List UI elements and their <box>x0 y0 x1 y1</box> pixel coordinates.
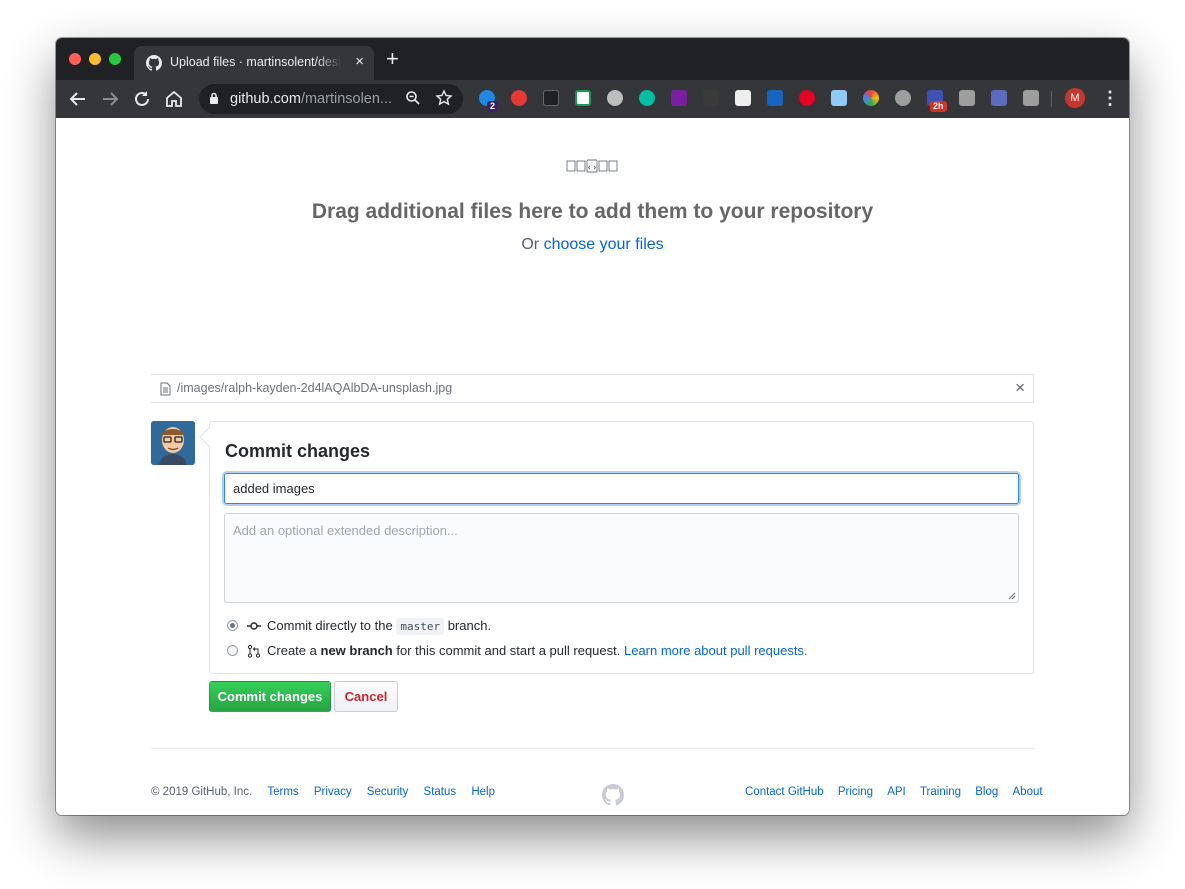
browser-window: Upload files · martinsolent/design × + g… <box>56 38 1129 815</box>
new-branch-label: Create a new branch for this commit and … <box>267 643 808 658</box>
commit-summary-input[interactable]: added images <box>224 473 1019 504</box>
sheets-extension-icon[interactable] <box>575 90 591 106</box>
or-text: Or <box>521 236 540 253</box>
new-branch-bold: new branch <box>320 643 393 658</box>
forward-icon[interactable] <box>99 88 121 110</box>
notes-extension-icon[interactable] <box>991 90 1007 106</box>
tab-strip: Upload files · martinsolent/design × + <box>56 38 1129 80</box>
footer-link-status[interactable]: Status <box>424 786 457 798</box>
footer-link-contact[interactable]: Contact GitHub <box>745 786 824 798</box>
file-path: /images/ralph-kayden-2d4lAQAlbDA-unsplas… <box>177 381 453 395</box>
footer-link-api[interactable]: API <box>887 786 906 798</box>
m-extension-icon[interactable] <box>639 90 655 106</box>
browser-toolbar: github.com/martinsolen... 2 2h M ⋮ <box>56 80 1129 118</box>
back-icon[interactable] <box>67 88 89 110</box>
choose-files-link[interactable]: choose your files <box>544 236 664 253</box>
footer-link-about[interactable]: About <box>1013 786 1043 798</box>
footer-link-terms[interactable]: Terms <box>267 786 298 798</box>
tab-close-icon[interactable]: × <box>355 53 364 70</box>
profile-avatar[interactable]: M <box>1065 88 1085 108</box>
footer-right: Contact GitHub Pricing API Training Blog… <box>745 786 1043 798</box>
toolbar-separator <box>1051 91 1052 107</box>
new-text-pre: Create a <box>267 643 317 658</box>
stripes-extension-icon[interactable] <box>735 90 751 106</box>
commit-description-textarea[interactable]: Add an optional extended description... <box>224 513 1019 603</box>
page-content: Drag additional files here to add them t… <box>56 118 1129 815</box>
hand-extension-icon[interactable] <box>511 90 527 106</box>
podcast-extension-icon[interactable] <box>607 90 623 106</box>
cancel-button[interactable]: Cancel <box>334 681 398 712</box>
file-types-icon <box>566 159 618 173</box>
camera-extension-icon[interactable] <box>1023 90 1039 106</box>
extension-time-badge: 2h <box>930 101 947 112</box>
bulb-extension-icon[interactable] <box>959 90 975 106</box>
onenote-extension-icon[interactable] <box>671 90 687 106</box>
browser-menu-icon[interactable]: ⋮ <box>1101 89 1119 107</box>
learn-more-pr-link[interactable]: Learn more about pull requests. <box>624 643 808 658</box>
description-placeholder: Add an optional extended description... <box>233 523 458 538</box>
file-icon <box>160 382 171 396</box>
user-avatar <box>151 421 195 465</box>
pull-request-icon <box>247 644 261 658</box>
new-branch-radio[interactable] <box>227 645 238 656</box>
remove-file-icon[interactable]: × <box>1015 378 1025 398</box>
branch-name: master <box>396 618 445 635</box>
accessibility-extension-icon[interactable] <box>767 90 783 106</box>
m-grey-extension-icon[interactable] <box>703 90 719 106</box>
url-path: /martinsolen... <box>300 91 393 107</box>
browser-tab[interactable]: Upload files · martinsolent/design × <box>134 46 374 80</box>
footer-link-blog[interactable]: Blog <box>975 786 998 798</box>
direct-text-pre: Commit directly to the <box>267 618 393 633</box>
docs-extension-icon[interactable] <box>831 90 847 106</box>
direct-text-post: branch. <box>447 618 492 633</box>
footer-link-training[interactable]: Training <box>920 786 961 798</box>
commit-direct-radio[interactable] <box>227 620 238 631</box>
commit-direct-label: Commit directly to the master branch. <box>267 618 492 635</box>
tab-title: Upload files · martinsolent/design <box>170 55 342 69</box>
url-host: github.com <box>230 91 301 107</box>
home-icon[interactable] <box>163 88 185 110</box>
zoom-icon[interactable] <box>405 90 421 106</box>
github-favicon-icon <box>146 55 162 71</box>
form-pointer <box>199 427 219 447</box>
color-ring-extension-icon[interactable] <box>863 90 879 106</box>
pinterest-extension-icon[interactable] <box>799 90 815 106</box>
imdb-extension-icon[interactable] <box>543 90 559 106</box>
footer-link-help[interactable]: Help <box>471 786 495 798</box>
footer-left: © 2019 GitHub, Inc. Terms Privacy Securi… <box>151 786 495 798</box>
github-logo-icon[interactable] <box>602 784 624 806</box>
commit-form: Commit changes added images Add an optio… <box>199 421 1034 674</box>
footer-link-privacy[interactable]: Privacy <box>314 786 352 798</box>
lock-icon <box>210 92 218 104</box>
new-text-post: for this commit and start a pull request… <box>396 643 621 658</box>
extension-badge: 2 <box>487 101 499 112</box>
close-window-button[interactable] <box>69 53 81 65</box>
footer-divider <box>151 748 1034 749</box>
new-tab-button[interactable]: + <box>386 48 399 70</box>
drag-files-heading: Drag additional files here to add them t… <box>311 200 874 223</box>
address-bar[interactable]: github.com/martinsolen... <box>199 84 463 114</box>
commit-heading: Commit changes <box>225 441 371 461</box>
footer-link-pricing[interactable]: Pricing <box>838 786 873 798</box>
maximize-window-button[interactable] <box>109 53 121 65</box>
skype-extension-icon[interactable] <box>895 90 911 106</box>
copyright: © 2019 GitHub, Inc. <box>151 786 253 798</box>
bookmark-star-icon[interactable] <box>435 89 453 107</box>
url-text[interactable]: github.com/martinsolen... <box>230 91 395 107</box>
minimize-window-button[interactable] <box>89 53 101 65</box>
resize-grip-icon[interactable] <box>1008 592 1016 600</box>
git-commit-icon <box>247 622 261 630</box>
choose-files-line: Or choose your files <box>56 236 1129 254</box>
reload-icon[interactable] <box>131 88 153 110</box>
footer-link-security[interactable]: Security <box>367 786 409 798</box>
uploaded-file-row: /images/ralph-kayden-2d4lAQAlbDA-unsplas… <box>151 374 1034 403</box>
commit-changes-button[interactable]: Commit changes <box>209 681 331 712</box>
avatar-face-icon <box>151 421 195 465</box>
